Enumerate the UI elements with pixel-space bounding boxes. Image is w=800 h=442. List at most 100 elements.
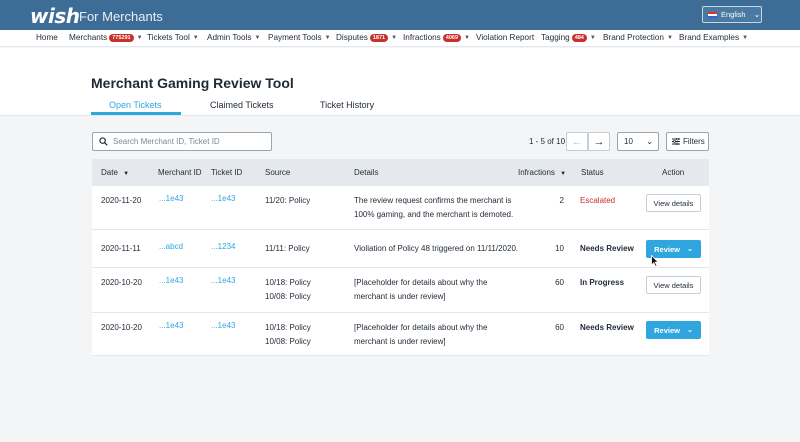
nav-item-brand-protection[interactable]: Brand Protection ▼ [603, 33, 673, 42]
nav-item-label: Admin Tools [207, 33, 252, 42]
count-badge: 4069 [442, 33, 462, 42]
nav-item-payment-tools[interactable]: Payment Tools ▼ [268, 33, 331, 42]
nav-item-tagging[interactable]: Tagging 484 ▼ [541, 33, 596, 42]
details-cell: The review request confirms the merchant… [354, 196, 512, 205]
nav-item-tickets-tool[interactable]: Tickets Tool ▼ [147, 33, 199, 42]
column-header-infractions[interactable]: Infractions ▼ [518, 168, 566, 177]
nav-item-label: Tagging [541, 33, 570, 42]
page-header: Merchant Gaming Review Tool Open Tickets… [0, 48, 800, 116]
merchant-id-link[interactable]: ...1e43 [159, 321, 183, 330]
merchant-id-link[interactable]: ...1e43 [159, 276, 183, 285]
source-cell: 11/11: Policy [265, 244, 310, 253]
ticket-id-link[interactable]: ...1234 [211, 242, 235, 251]
nav-item-label: Violation Report [476, 33, 535, 42]
nav-item-label: Infractions [403, 33, 441, 42]
date-cell: 2020-11-11 [101, 244, 141, 253]
tab-claimed-tickets[interactable]: Claimed Tickets [210, 100, 274, 110]
details-cell: Violiation of Policy 48 triggered on 11/… [354, 244, 519, 253]
column-header-source: Source [265, 168, 291, 177]
caret-down-icon: ▼ [192, 34, 199, 41]
table-row: 2020-10-20 ...1e43 ...1e43 10/18: Policy 10/… [92, 313, 709, 356]
search-box[interactable] [92, 132, 272, 151]
filter-icon [672, 138, 680, 145]
logo-subtitle: For Merchants [79, 9, 163, 24]
mouse-cursor-icon [651, 255, 659, 267]
ticket-id-link[interactable]: ...1e43 [211, 276, 235, 285]
table-body: 2020-11-20 ...1e43 ...1e43 11/20: Policy The… [92, 186, 709, 356]
merchant-id-link[interactable]: ...abcd [159, 242, 183, 251]
nav-item-brand-examples[interactable]: Brand Examples ▼ [679, 33, 748, 42]
nav-item-label: Tickets Tool [147, 33, 190, 42]
column-header-date[interactable]: Date ▼ [101, 168, 129, 177]
next-page-button[interactable]: → [588, 132, 610, 151]
caret-down-icon: ▼ [254, 34, 261, 41]
language-select[interactable]: English ⌄ [702, 6, 762, 23]
nav-item-label: Merchants [69, 33, 108, 42]
column-header-merchant-id: Merchant ID [158, 168, 202, 177]
us-flag-icon [708, 11, 717, 18]
nav-item-admin-tools[interactable]: Admin Tools ▼ [207, 33, 260, 42]
tab-ticket-history[interactable]: Ticket History [320, 100, 374, 110]
date-cell: 2020-10-20 [101, 278, 142, 287]
date-cell: 2020-11-20 [101, 196, 142, 205]
tab-open-tickets[interactable]: Open Tickets [109, 100, 162, 110]
review-button-label: Review [654, 244, 680, 254]
source-cell: 11/20: Policy [265, 196, 311, 205]
view-details-button[interactable]: View details [646, 194, 701, 212]
nav-item-disputes[interactable]: Disputes 1871 ▼ [336, 33, 397, 42]
column-header-details: Details [354, 168, 379, 177]
chevron-down-icon: ⌄ [686, 327, 693, 334]
page-size-select[interactable]: 10 ⌄ [617, 132, 659, 151]
table-row: 2020-11-20 ...1e43 ...1e43 11/20: Policy The… [92, 186, 709, 230]
active-tab-indicator [91, 112, 181, 115]
nav-item-label: Payment Tools [268, 33, 322, 42]
ticket-id-link[interactable]: ...1e43 [211, 194, 235, 203]
nav-item-violation-report[interactable]: Violation Report [476, 33, 534, 42]
filters-button[interactable]: Filters [666, 132, 709, 151]
ticket-id-link[interactable]: ...1e43 [211, 321, 235, 330]
nav-item-label: Home [36, 33, 58, 42]
nav-item-merchants[interactable]: Merchants 775291 ▼ [69, 33, 143, 42]
search-input[interactable] [113, 137, 263, 146]
count-badge: 1871 [369, 33, 389, 42]
status-badge: Needs Review [580, 323, 634, 332]
caret-down-icon: ▼ [136, 34, 143, 41]
caret-down-icon: ▼ [391, 34, 398, 41]
search-icon [99, 137, 108, 146]
source-cell: 10/08: Policy [265, 292, 311, 301]
nav-item-infractions[interactable]: Infractions 4069 ▼ [403, 33, 470, 42]
arrow-left-icon: ← [571, 135, 583, 148]
caret-down-icon: ▼ [667, 34, 673, 41]
nav-item-label: Brand Examples [679, 33, 740, 42]
nav-item-home[interactable]: Home [36, 33, 58, 42]
caret-down-icon: ▼ [464, 34, 470, 41]
count-badge: 484 [571, 33, 587, 42]
details-cell: merchant is under review] [354, 292, 446, 301]
count-badge: 775291 [109, 33, 134, 42]
chevron-down-icon: ⌄ [686, 246, 693, 253]
column-header-action: Action [662, 168, 685, 177]
source-cell: 10/08: Policy [265, 337, 311, 346]
caret-down-icon: ▼ [589, 34, 596, 41]
infractions-cell: 2 [559, 196, 564, 205]
infractions-cell: 60 [555, 323, 564, 332]
details-cell: [Placeholder for details about why the [354, 323, 488, 332]
tickets-table: Date ▼ Merchant ID Ticket ID Source Deta… [92, 159, 709, 356]
main-nav: Home Merchants 775291 ▼ Tickets Tool ▼ Admin T… [0, 30, 800, 47]
table-row: 2020-10-20 ...1e43 ...1e43 10/18: Policy 10/… [92, 268, 709, 313]
source-cell: 10/18: Policy [265, 278, 311, 287]
review-button[interactable]: Review ⌄ [646, 321, 701, 339]
prev-page-button[interactable]: ← [566, 132, 588, 151]
infractions-cell: 10 [555, 244, 564, 253]
review-button-label: Review [654, 325, 680, 335]
pagination-text: 1 - 5 of 10 [529, 137, 566, 146]
merchant-id-link[interactable]: ...1e43 [159, 194, 183, 203]
nav-item-label: Disputes [336, 33, 368, 42]
status-badge: Escalated [580, 196, 616, 205]
view-details-button[interactable]: View details [646, 276, 701, 294]
table-header: Date ▼ Merchant ID Ticket ID Source Deta… [92, 159, 709, 186]
infractions-cell: 60 [555, 278, 564, 287]
nav-item-label: Brand Protection [603, 33, 664, 42]
wish-logo[interactable]: wish [30, 4, 80, 28]
source-cell: 10/18: Policy [265, 323, 311, 332]
